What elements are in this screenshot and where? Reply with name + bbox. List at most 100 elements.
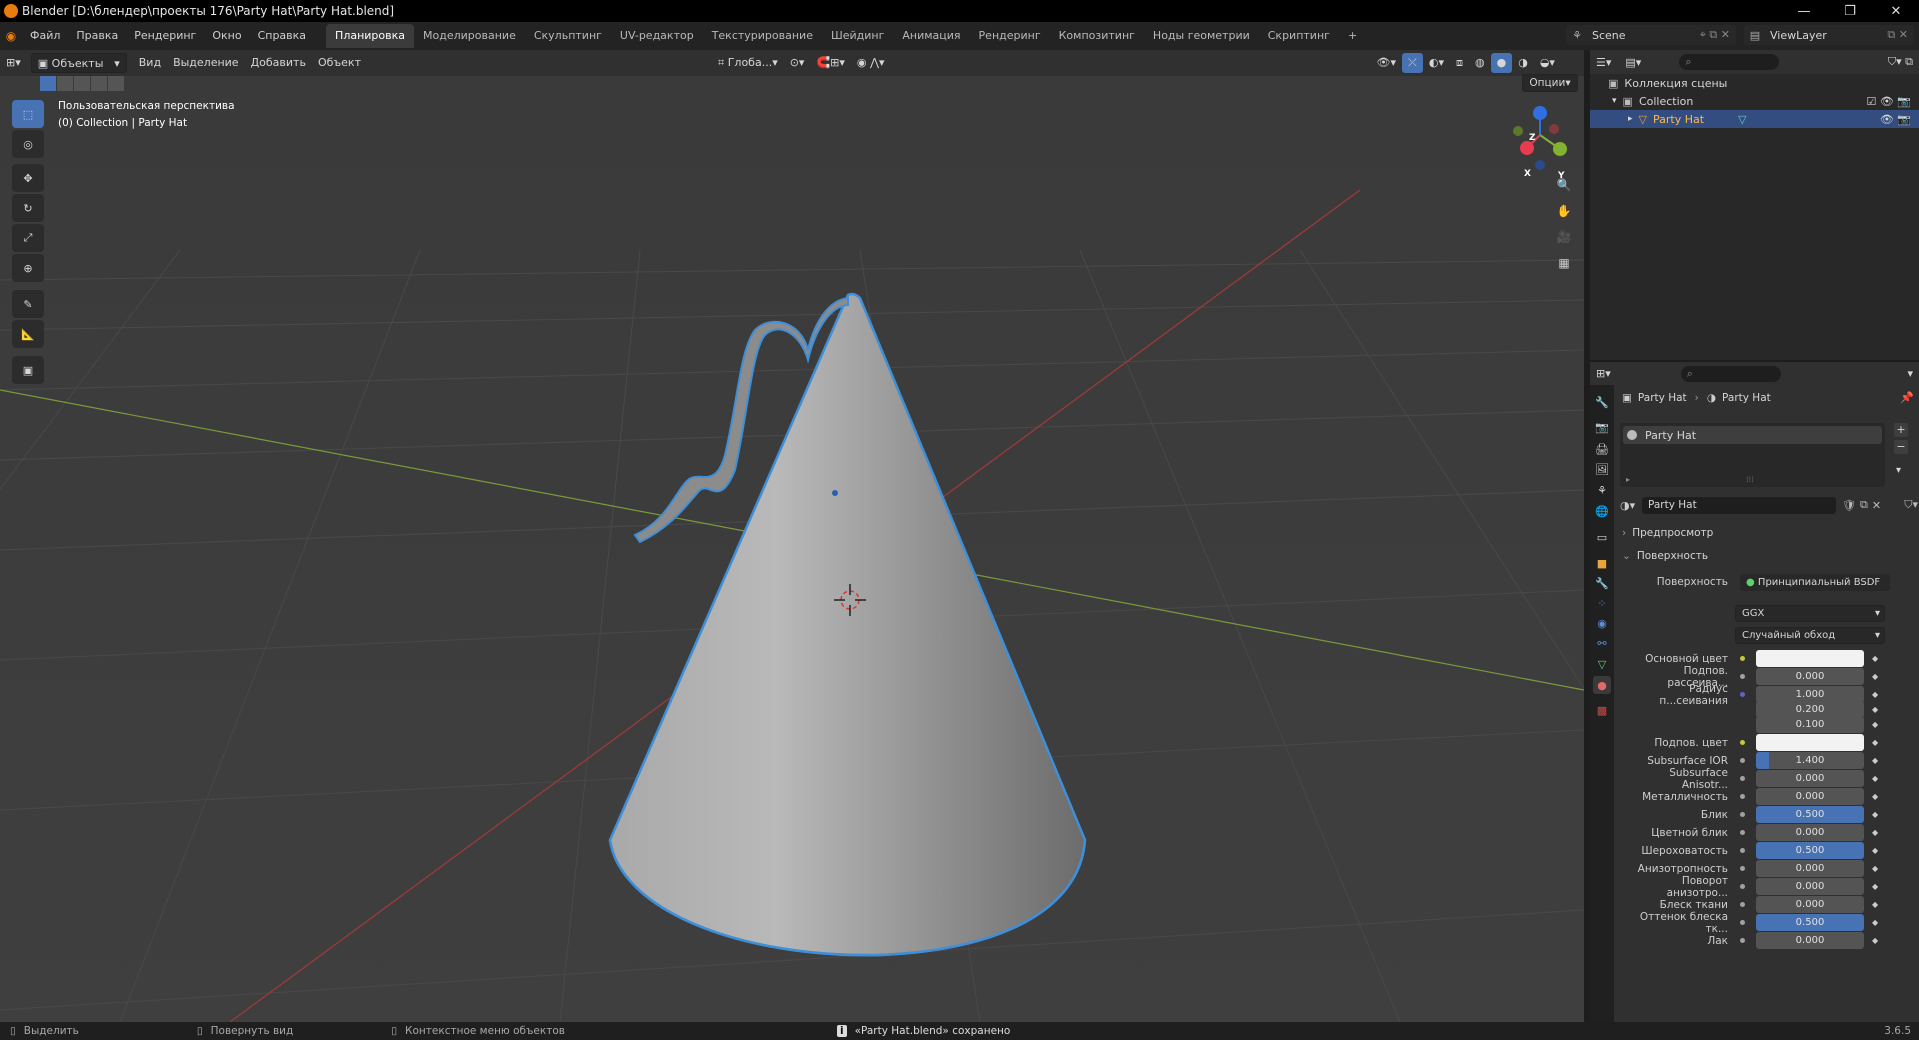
keyframe-icon[interactable]: ◆ bbox=[1872, 864, 1878, 873]
add-cube-tool-icon[interactable]: ▣ bbox=[12, 356, 44, 384]
menu-file[interactable]: Файл bbox=[22, 26, 68, 46]
render-tab-icon[interactable]: 📷 bbox=[1593, 418, 1611, 436]
menu-object[interactable]: Объект bbox=[312, 53, 367, 73]
add-workspace-icon[interactable]: + bbox=[1339, 24, 1366, 48]
socket-dot-icon[interactable] bbox=[1736, 863, 1748, 875]
select-subtract-icon[interactable] bbox=[74, 76, 90, 91]
view-layer-icon[interactable]: ▤ bbox=[1744, 29, 1766, 42]
material-tab-icon[interactable]: ● bbox=[1593, 676, 1611, 694]
overlay-toggle-icon[interactable]: ◐▾ bbox=[1423, 53, 1450, 73]
menu-select[interactable]: Выделение bbox=[167, 53, 245, 73]
socket-dot-icon[interactable] bbox=[1736, 689, 1748, 701]
tab-animation[interactable]: Анимация bbox=[893, 24, 969, 48]
numeric-field[interactable]: 1.400 bbox=[1756, 752, 1864, 769]
modifier-tab-icon[interactable]: 🔧 bbox=[1593, 574, 1611, 592]
view-layer-name[interactable]: ViewLayer bbox=[1766, 29, 1827, 42]
select-box-tool-icon[interactable]: ⬚ bbox=[12, 100, 44, 128]
editor-type-icon[interactable]: ⊞▾ bbox=[0, 53, 27, 73]
menu-edit[interactable]: Правка bbox=[68, 26, 126, 46]
socket-dot-icon[interactable] bbox=[1736, 881, 1748, 893]
output-tab-icon[interactable]: 🖨 bbox=[1593, 440, 1611, 458]
tab-scripting[interactable]: Скриптинг bbox=[1259, 24, 1339, 48]
cursor-tool-icon[interactable]: ◎ bbox=[12, 130, 44, 158]
keyframe-icon[interactable]: ◆ bbox=[1872, 705, 1878, 714]
menu-render[interactable]: Рендеринг bbox=[126, 26, 204, 46]
numeric-field[interactable]: 0.000 bbox=[1756, 932, 1864, 949]
browse-material-icon[interactable]: ◑▾ bbox=[1620, 499, 1642, 512]
numeric-field[interactable]: 0.500 bbox=[1756, 806, 1864, 823]
particles-tab-icon[interactable]: ⁘ bbox=[1593, 594, 1611, 612]
camera-view-icon[interactable]: 🎥 bbox=[1553, 226, 1575, 248]
color-swatch[interactable] bbox=[1756, 650, 1864, 667]
tab-rendering[interactable]: Рендеринг bbox=[970, 24, 1050, 48]
object-visibility-icons[interactable]: 👁 📷 bbox=[1880, 113, 1911, 126]
keyframe-icon[interactable]: ◆ bbox=[1872, 792, 1878, 801]
tab-texture-paint[interactable]: Текстурирование bbox=[703, 24, 822, 48]
tab-compositing[interactable]: Композитинг bbox=[1050, 24, 1144, 48]
socket-dot-icon[interactable] bbox=[1736, 899, 1748, 911]
menu-help[interactable]: Справка bbox=[250, 26, 314, 46]
keyframe-icon[interactable]: ◆ bbox=[1872, 918, 1878, 927]
material-shading-icon[interactable]: ◑ bbox=[1512, 53, 1534, 73]
fake-user-icon[interactable]: 🛡 bbox=[1842, 499, 1856, 512]
transform-orientation-dropdown[interactable]: ⌗ Глоба...▾ bbox=[712, 53, 784, 73]
numeric-field[interactable]: 0.500 bbox=[1756, 842, 1864, 859]
solid-shading-icon[interactable]: ● bbox=[1490, 53, 1513, 73]
socket-dot-icon[interactable] bbox=[1736, 791, 1748, 803]
distribution-dropdown[interactable]: GGX ▾ bbox=[1735, 605, 1885, 622]
tool-tab-icon[interactable]: 🔧 bbox=[1593, 393, 1611, 411]
keyframe-icon[interactable]: ◆ bbox=[1872, 690, 1878, 699]
numeric-field[interactable]: 0.000 bbox=[1756, 788, 1864, 805]
tab-sculpting[interactable]: Скульптинг bbox=[525, 24, 611, 48]
snap-icon[interactable]: 🧲⊞▾ bbox=[810, 53, 850, 73]
pan-view-icon[interactable]: ✋ bbox=[1553, 200, 1575, 222]
rotate-tool-icon[interactable]: ↻ bbox=[12, 194, 44, 222]
minimize-button[interactable]: — bbox=[1781, 0, 1827, 22]
xray-icon[interactable]: ⧈ bbox=[1450, 53, 1469, 73]
proportional-edit-icon[interactable]: ◉ ⋀▾ bbox=[851, 53, 891, 73]
select-extend-icon[interactable] bbox=[57, 76, 73, 91]
preview-panel-header[interactable]: › Предпросмотр bbox=[1622, 524, 1912, 542]
menu-view[interactable]: Вид bbox=[133, 53, 167, 73]
scene-name[interactable]: Scene bbox=[1588, 29, 1626, 42]
tab-layout[interactable]: Планировка bbox=[326, 24, 415, 48]
select-intersect-icon[interactable] bbox=[108, 76, 124, 91]
maximize-button[interactable]: ❐ bbox=[1827, 0, 1873, 22]
keyframe-icon[interactable]: ◆ bbox=[1872, 672, 1878, 681]
scene-icon[interactable]: ⚘ bbox=[1566, 29, 1588, 42]
add-slot-button[interactable]: + bbox=[1894, 423, 1908, 437]
zoom-view-icon[interactable]: 🔍 bbox=[1553, 174, 1575, 196]
display-mode-icon[interactable]: ▤▾ bbox=[1625, 56, 1641, 69]
tab-geometry-nodes[interactable]: Ноды геометрии bbox=[1144, 24, 1259, 48]
visibility-icon[interactable]: 👁▾ bbox=[1371, 53, 1403, 73]
annotate-tool-icon[interactable]: ✎ bbox=[12, 290, 44, 318]
socket-dot-icon[interactable] bbox=[1736, 671, 1748, 683]
unlink-material-icon[interactable]: ✕ bbox=[1872, 499, 1881, 512]
keyframe-icon[interactable]: ◆ bbox=[1872, 846, 1878, 855]
wireframe-shading-icon[interactable]: ◍ bbox=[1469, 53, 1491, 73]
constraints-tab-icon[interactable]: ⚯ bbox=[1593, 634, 1611, 652]
scene-tab-icon[interactable]: ⚘ bbox=[1593, 481, 1611, 499]
menu-add[interactable]: Добавить bbox=[245, 53, 312, 73]
pin-scene-icon[interactable]: ⌖ ⧉ ✕ bbox=[1700, 28, 1736, 42]
material-slot-list[interactable]: Party Hat ▸ ⁞⁞⁞ bbox=[1620, 423, 1885, 487]
socket-dot-icon[interactable] bbox=[1736, 845, 1748, 857]
numeric-field[interactable]: 0.000 bbox=[1756, 770, 1864, 787]
blender-menu-icon[interactable]: ◉ bbox=[0, 29, 22, 43]
remove-slot-button[interactable]: − bbox=[1894, 440, 1908, 454]
socket-dot-icon[interactable] bbox=[1736, 755, 1748, 767]
toggle-ortho-icon[interactable]: ▦ bbox=[1553, 252, 1575, 274]
collection-visibility-icons[interactable]: ☑ 👁 📷 bbox=[1866, 95, 1911, 108]
keyframe-icon[interactable]: ◆ bbox=[1872, 936, 1878, 945]
3d-viewport[interactable]: Z Y X Пользовательская перспектива (0) C… bbox=[0, 50, 1587, 1022]
collapse-arrow-icon[interactable]: ▸ bbox=[1628, 114, 1633, 124]
numeric-field[interactable]: 0.000 bbox=[1756, 878, 1864, 895]
outliner-search-input[interactable]: ⌕ bbox=[1679, 54, 1780, 70]
texture-tab-icon[interactable]: ▩ bbox=[1593, 701, 1611, 719]
outliner-row-collection[interactable]: ▾ ▣ Collection ☑ 👁 📷 bbox=[1590, 92, 1919, 110]
world-tab-icon[interactable]: 🌐 bbox=[1593, 502, 1611, 520]
keyframe-icon[interactable]: ◆ bbox=[1872, 720, 1878, 729]
socket-dot-icon[interactable] bbox=[1736, 809, 1748, 821]
tab-modeling[interactable]: Моделирование bbox=[414, 24, 525, 48]
socket-dot-icon[interactable] bbox=[1736, 935, 1748, 947]
